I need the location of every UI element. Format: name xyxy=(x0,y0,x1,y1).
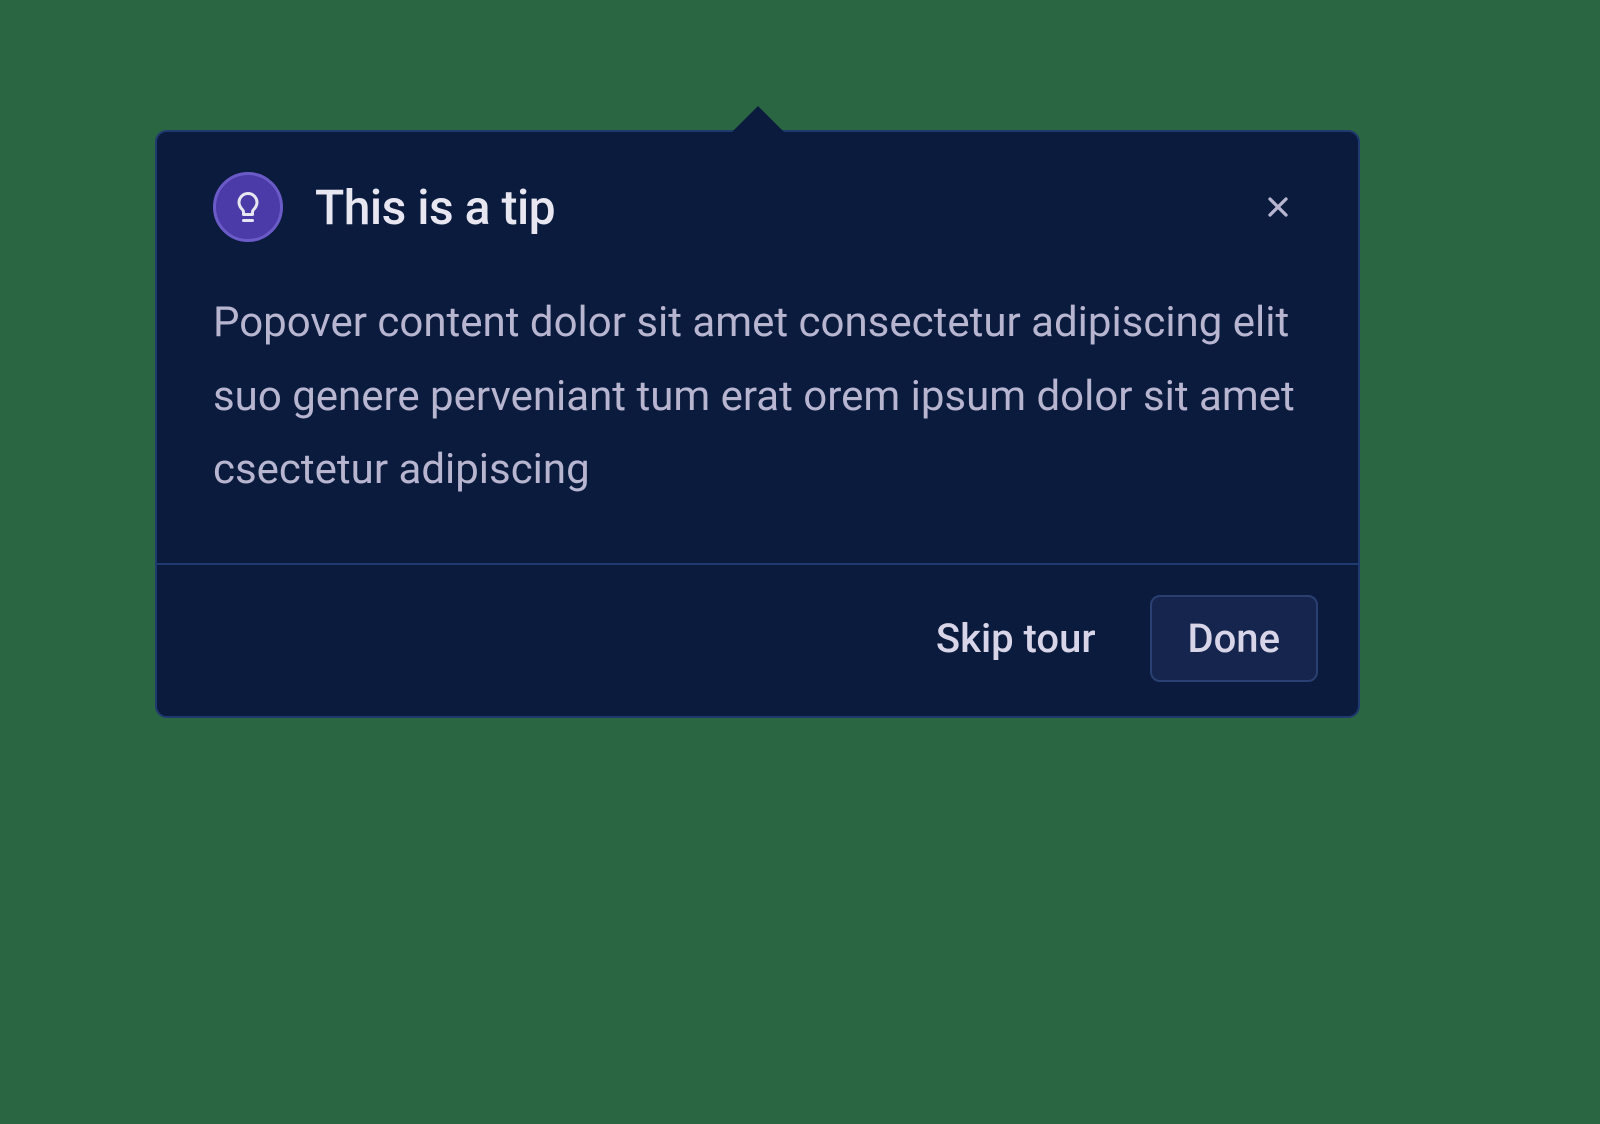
popover-title: This is a tip xyxy=(315,179,555,236)
popover-container: This is a tip Popover content dolor sit … xyxy=(155,130,1360,718)
lightbulb-icon-container xyxy=(213,172,283,242)
close-button[interactable] xyxy=(1254,183,1302,231)
close-icon xyxy=(1262,191,1294,223)
lightbulb-icon xyxy=(230,189,266,225)
popover-content-text: Popover content dolor sit amet consectet… xyxy=(213,286,1302,507)
header-left: This is a tip xyxy=(213,172,555,242)
skip-tour-button[interactable]: Skip tour xyxy=(916,603,1116,674)
tip-popover: This is a tip Popover content dolor sit … xyxy=(155,130,1360,718)
done-button[interactable]: Done xyxy=(1150,595,1319,682)
popover-footer: Skip tour Done xyxy=(157,563,1358,716)
popover-body: Popover content dolor sit amet consectet… xyxy=(157,242,1358,563)
popover-arrow xyxy=(732,106,784,132)
popover-header: This is a tip xyxy=(157,132,1358,242)
